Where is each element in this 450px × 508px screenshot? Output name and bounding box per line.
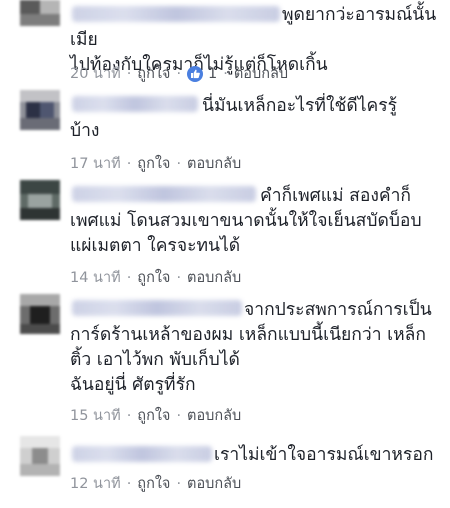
avatar[interactable] xyxy=(20,294,60,334)
comment-meta: 20 นาที · ถูกใจ · 1 · ตอบกลับ xyxy=(70,62,288,85)
comment-text: เราไม่เข้าใจอารมณ์เขาหรอก xyxy=(214,445,434,465)
comment-timestamp[interactable]: 15 นาที xyxy=(70,404,121,427)
avatar[interactable] xyxy=(20,90,60,130)
reply-button[interactable]: ตอบกลับ xyxy=(187,404,241,427)
reply-button[interactable]: ตอบกลับ xyxy=(187,266,241,289)
comment-timestamp[interactable]: 14 นาที xyxy=(70,266,121,289)
reply-button[interactable]: ตอบกลับ xyxy=(187,152,241,175)
comment-meta: 15 นาที · ถูกใจ · ตอบกลับ xyxy=(70,404,241,427)
comment-text: คำก็เพศแม่ สองคำก็ เพศแม่ โดนสวมเขาขนาดน… xyxy=(70,186,422,256)
reply-button[interactable]: ตอบกลับ xyxy=(234,62,288,85)
like-button[interactable]: ถูกใจ xyxy=(137,472,170,495)
comment-timestamp[interactable]: 17 นาที xyxy=(70,152,121,175)
like-button[interactable]: ถูกใจ xyxy=(137,266,170,289)
like-button[interactable]: ถูกใจ xyxy=(137,152,170,175)
comment-meta: 14 นาที · ถูกใจ · ตอบกลับ xyxy=(70,266,241,289)
comment-text: นี่มันเหล็กอะไรที่ใช้ดีไครรู้ บ้าง xyxy=(70,96,398,141)
avatar[interactable] xyxy=(20,180,60,220)
comment-timestamp[interactable]: 20 นาที xyxy=(70,62,121,85)
thumbs-up-icon[interactable] xyxy=(187,65,204,82)
comment-meta: 12 นาที · ถูกใจ · ตอบกลับ xyxy=(70,472,241,495)
comment-timestamp[interactable]: 12 นาที xyxy=(70,472,121,495)
like-button[interactable]: ถูกใจ xyxy=(137,404,170,427)
avatar[interactable] xyxy=(20,0,60,26)
reply-button[interactable]: ตอบกลับ xyxy=(187,472,241,495)
comment-text: จากประสพการณ์การเป็น การ์ดร้านเหล้าของผม… xyxy=(70,300,432,395)
comment-meta: 17 นาที · ถูกใจ · ตอบกลับ xyxy=(70,152,241,175)
like-count[interactable]: 1 xyxy=(208,66,217,82)
avatar[interactable] xyxy=(20,436,60,476)
like-button[interactable]: ถูกใจ xyxy=(137,62,170,85)
